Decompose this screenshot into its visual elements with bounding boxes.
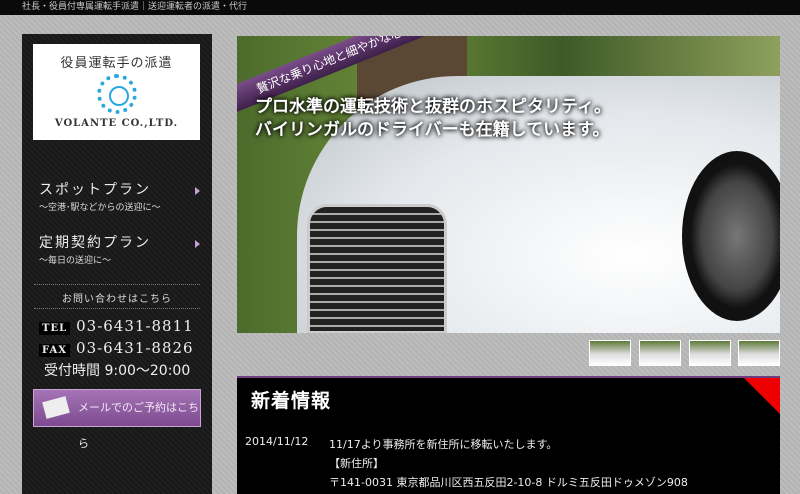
sidebar-item-spot-plan[interactable]: スポットプラン 〜空港･駅などからの送迎に〜 (39, 179, 204, 213)
mail-button-label: メールでのご予約はこちら (78, 401, 199, 450)
corner-ribbon (744, 378, 780, 414)
plan-subtitle: 〜毎日の送迎に〜 (39, 256, 112, 266)
tel-number[interactable]: 03-6431-8811 (76, 317, 194, 335)
logo-tagline: 役員運転手の派遣 (60, 56, 173, 71)
news-item: 11/17より事務所を新住所に移転いたします。 【新住所】 〒141-0031 … (329, 435, 688, 492)
plan-title: 定期契約プラン (39, 235, 151, 251)
car-grille (307, 204, 447, 333)
slide-thumbnail-4[interactable] (738, 340, 780, 366)
fax-label: FAX (39, 344, 71, 357)
plan-subtitle: 〜空港･駅などからの送迎に〜 (39, 203, 161, 213)
logo-mark-icon (96, 74, 137, 114)
logo[interactable]: 役員運転手の派遣 VOLANTE CO.,LTD. (33, 44, 200, 140)
news-line: 【新住所】 (329, 457, 384, 470)
top-tagline: 社長・役員付専属運転手派遣｜送迎運転者の派遣・代行 (0, 0, 800, 15)
business-hours: 受付時間 9:00〜20:00 (44, 363, 191, 379)
tel-line: TEL 03-6431-8811 (39, 317, 194, 335)
sidebar: 役員運転手の派遣 VOLANTE CO.,LTD. スポットプラン 〜空港･駅な… (22, 34, 212, 494)
tel-label: TEL (39, 322, 71, 335)
arrow-right-icon (195, 240, 200, 248)
hero-line-2: バイリンガルのドライバーも在籍しています。 (255, 120, 610, 140)
arrow-right-icon (195, 187, 200, 195)
divider (34, 284, 200, 285)
news-section: 新着情報 2014/11/12 11/17より事務所を新住所に移転いたします。 … (237, 376, 780, 494)
news-date: 2014/11/12 (245, 435, 309, 448)
plan-title: スポットプラン (39, 182, 151, 198)
news-title: 新着情報 (251, 390, 332, 412)
logo-name: VOLANTE CO.,LTD. (54, 118, 179, 129)
hero-catchcopy: プロ水準の運転技術と抜群のホスピタリティ。 バイリンガルのドライバーも在籍してい… (255, 96, 611, 142)
fax-number: 03-6431-8826 (76, 339, 194, 357)
hero-slideshow: 贅沢な乗り心地と細やかな心遣いを プロ水準の運転技術と抜群のホスピタリティ。 バ… (237, 36, 780, 333)
hero-line-1: プロ水準の運転技術と抜群のホスピタリティ。 (255, 97, 611, 117)
slide-thumbnail-1[interactable] (589, 340, 631, 366)
mail-reservation-button[interactable]: メールでのご予約はこちら (33, 389, 201, 450)
slide-thumbnail-3[interactable] (689, 340, 731, 366)
sidebar-item-contract-plan[interactable]: 定期契約プラン 〜毎日の送迎に〜 (39, 232, 204, 266)
news-line: 〒141-0031 東京都品川区西五反田2-10-8 ドルミ五反田ドゥメゾン90… (329, 476, 688, 489)
divider (34, 308, 200, 309)
slide-thumbnail-2[interactable] (639, 340, 681, 366)
news-line: 11/17より事務所を新住所に移転いたします。 (329, 438, 558, 451)
fax-line: FAX 03-6431-8826 (39, 339, 194, 357)
contact-heading: お問い合わせはこちら (62, 294, 172, 305)
envelope-icon (42, 396, 70, 419)
